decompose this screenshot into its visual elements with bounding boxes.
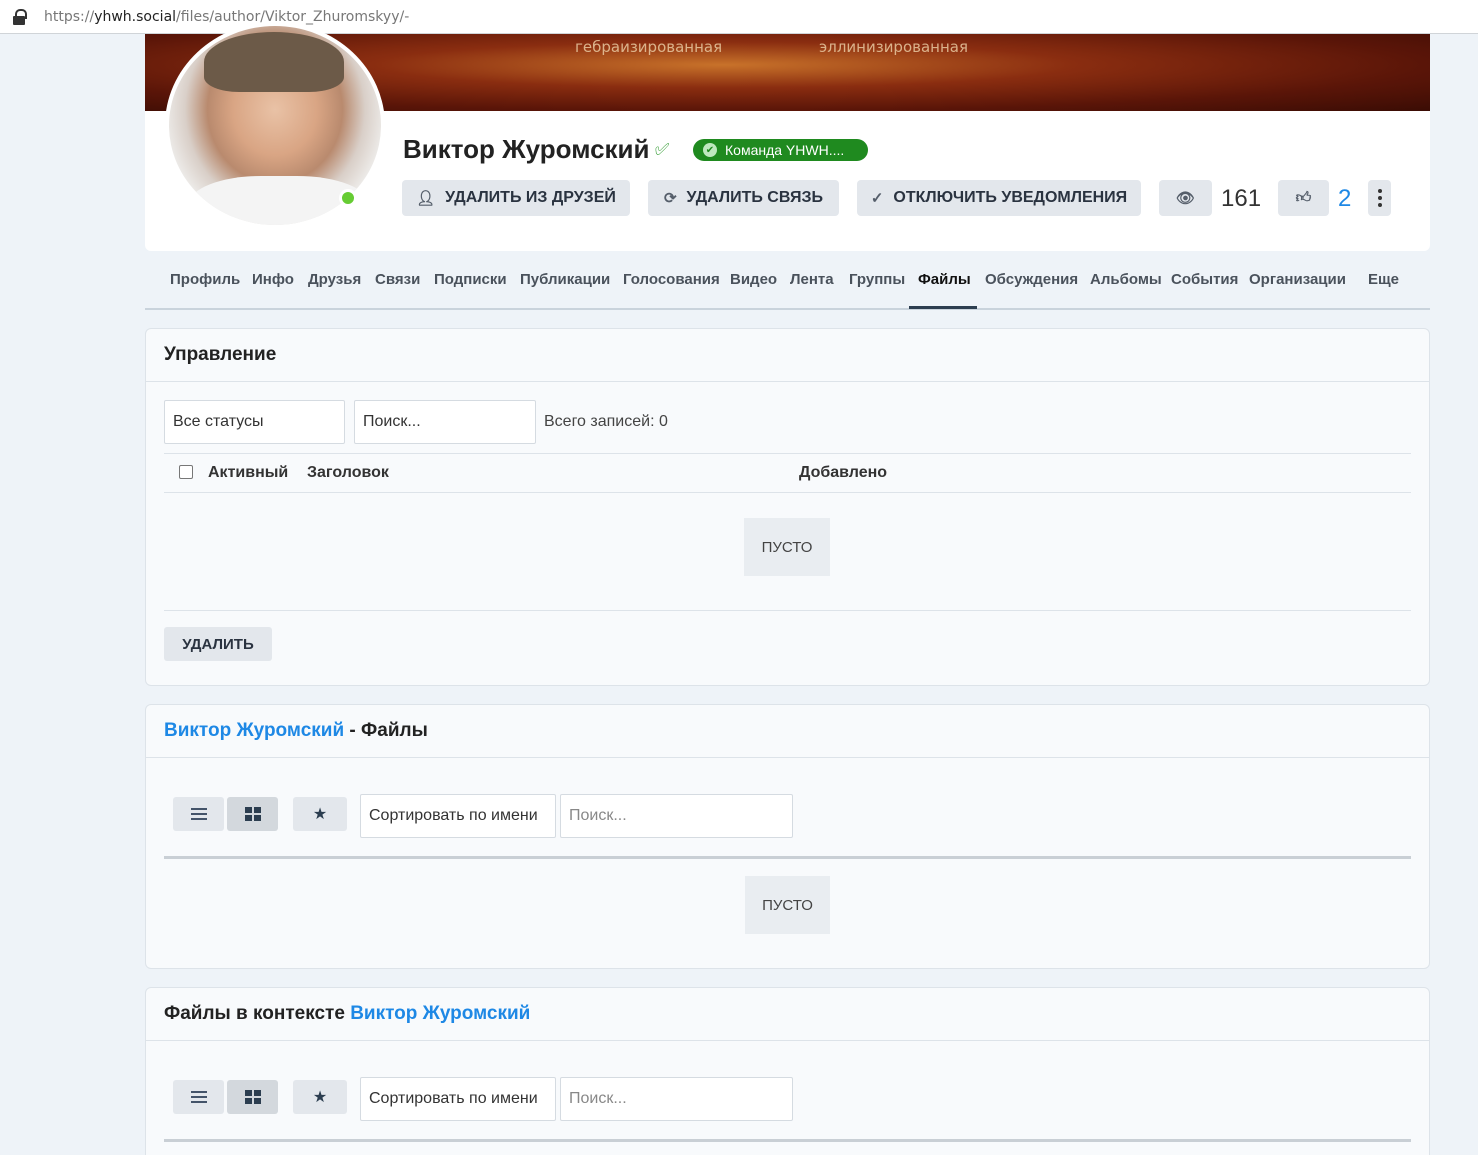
empty-state: Пусто [744, 518, 830, 576]
thumbs-up-icon: 👍︎ [1295, 189, 1312, 206]
tab-groups[interactable]: Группы [849, 271, 905, 288]
column-added[interactable]: Добавлено [799, 464, 887, 482]
divider [164, 453, 1411, 454]
column-title[interactable]: Заголовок [307, 464, 389, 482]
tab-feed[interactable]: Лента [790, 271, 834, 288]
team-badge[interactable]: ✔ Команда YHWH.... [693, 139, 868, 161]
address-bar[interactable]: https:// yhwh.social /files/author/Vikto… [0, 0, 1478, 34]
author-files-title: Виктор Журомский - Файлы [146, 705, 1429, 758]
tab-info[interactable]: Инфо [252, 271, 294, 288]
tab-events[interactable]: События [1171, 271, 1238, 288]
favorites-button[interactable]: ★ [293, 797, 347, 831]
team-badge-label: Команда YHWH.... [725, 142, 845, 158]
remove-connection-label: Удалить связь [686, 189, 824, 206]
delete-button[interactable]: Удалить [164, 627, 272, 661]
cover-word-right: эллинизированная [819, 38, 968, 56]
tab-discussions[interactable]: Обсуждения [985, 271, 1078, 288]
tab-files[interactable]: Файлы [918, 271, 971, 288]
manage-panel: Управление Все статусы Поиск... Всего за… [145, 328, 1430, 686]
tab-video[interactable]: Видео [730, 271, 777, 288]
author-link[interactable]: Виктор Журомский [164, 720, 344, 742]
grid-icon [244, 1090, 261, 1104]
url-prefix: https:// [44, 8, 95, 25]
remove-connection-button[interactable]: ⟳ Удалить связь [648, 180, 839, 216]
url-domain: yhwh.social [94, 8, 177, 25]
unfriend-label: Удалить из друзей [445, 189, 616, 206]
context-files-title: Файлы в контексте Виктор Журомский [146, 988, 1429, 1041]
url-path: /files/author/Viktor_Zhuromskyy/- [176, 8, 410, 25]
tab-subscriptions[interactable]: Подписки [434, 271, 507, 288]
tab-more[interactable]: Еще [1368, 271, 1399, 288]
unfriend-button[interactable]: 👤︎ Удалить из друзей [402, 180, 630, 216]
tab-organizations[interactable]: Организации [1249, 271, 1346, 288]
list-icon [190, 1091, 207, 1103]
likes-count[interactable]: 2 [1338, 185, 1351, 213]
divider [164, 610, 1411, 611]
column-active[interactable]: Активный [208, 464, 288, 482]
grid-view-button[interactable] [227, 1080, 278, 1114]
star-icon: ★ [312, 1089, 328, 1106]
manage-search-input[interactable]: Поиск... [354, 400, 536, 444]
disable-notifications-label: Отключить уведомления [893, 189, 1128, 206]
empty-state: Пусто [745, 876, 830, 934]
context-search-input[interactable]: Поиск... [560, 1077, 793, 1121]
check-icon: ✓ [870, 190, 884, 207]
sync-icon: ⟳ [663, 190, 677, 207]
files-title-suffix: - Файлы [344, 720, 428, 741]
tab-albums[interactable]: Альбомы [1090, 271, 1162, 288]
list-view-button[interactable] [173, 1080, 224, 1114]
select-all-checkbox[interactable] [179, 465, 193, 479]
disable-notifications-button[interactable]: ✓ Отключить уведомления [857, 180, 1141, 216]
profile-tabs: Профиль Инфо Друзья Связи Подписки Публи… [145, 258, 1430, 310]
tab-votes[interactable]: Голосования [623, 271, 720, 288]
divider [164, 492, 1411, 493]
lock-icon [12, 8, 27, 25]
list-icon [190, 808, 207, 820]
views-count: 161 [1221, 185, 1262, 212]
tab-connections[interactable]: Связи [375, 271, 420, 288]
context-title-prefix: Файлы в контексте [164, 1003, 351, 1024]
total-records: Всего записей: 0 [544, 413, 668, 430]
sort-select[interactable]: Сортировать по имени [360, 794, 556, 838]
verified-icon: ✅︎ [655, 140, 670, 159]
grid-icon [244, 807, 261, 821]
like-button[interactable]: 👍︎ [1278, 180, 1329, 216]
star-icon: ★ [312, 806, 328, 823]
list-view-button[interactable] [173, 797, 224, 831]
divider [164, 856, 1411, 859]
tab-profile[interactable]: Профиль [170, 271, 240, 288]
cover-word-left: гебраизированная [575, 38, 723, 56]
divider [164, 1139, 1411, 1142]
status-select[interactable]: Все статусы [164, 400, 345, 444]
files-search-input[interactable]: Поиск... [560, 794, 793, 838]
eye-icon: 👁︎ [1175, 190, 1196, 207]
manage-title: Управление [146, 329, 1429, 382]
check-circle-icon: ✔ [703, 143, 717, 157]
author-files-panel: Виктор Журомский - Файлы ★ Сортировать п… [145, 704, 1430, 969]
sort-select[interactable]: Сортировать по имени [360, 1077, 556, 1121]
context-files-panel: Файлы в контексте Виктор Журомский ★ Сор… [145, 987, 1430, 1155]
online-status-dot [339, 189, 357, 207]
more-options-icon[interactable] [1368, 180, 1391, 216]
active-tab-indicator [909, 306, 977, 309]
user-remove-icon: 👤︎ [416, 190, 436, 207]
context-author-link[interactable]: Виктор Журомский [350, 1003, 530, 1025]
avatar-hair [204, 32, 344, 92]
views-button[interactable]: 👁︎ [1159, 180, 1212, 216]
favorites-button[interactable]: ★ [293, 1080, 347, 1114]
profile-name: Виктор Журомский [403, 134, 650, 164]
tab-publications[interactable]: Публикации [520, 271, 610, 288]
tab-friends[interactable]: Друзья [308, 271, 361, 288]
grid-view-button[interactable] [227, 797, 278, 831]
